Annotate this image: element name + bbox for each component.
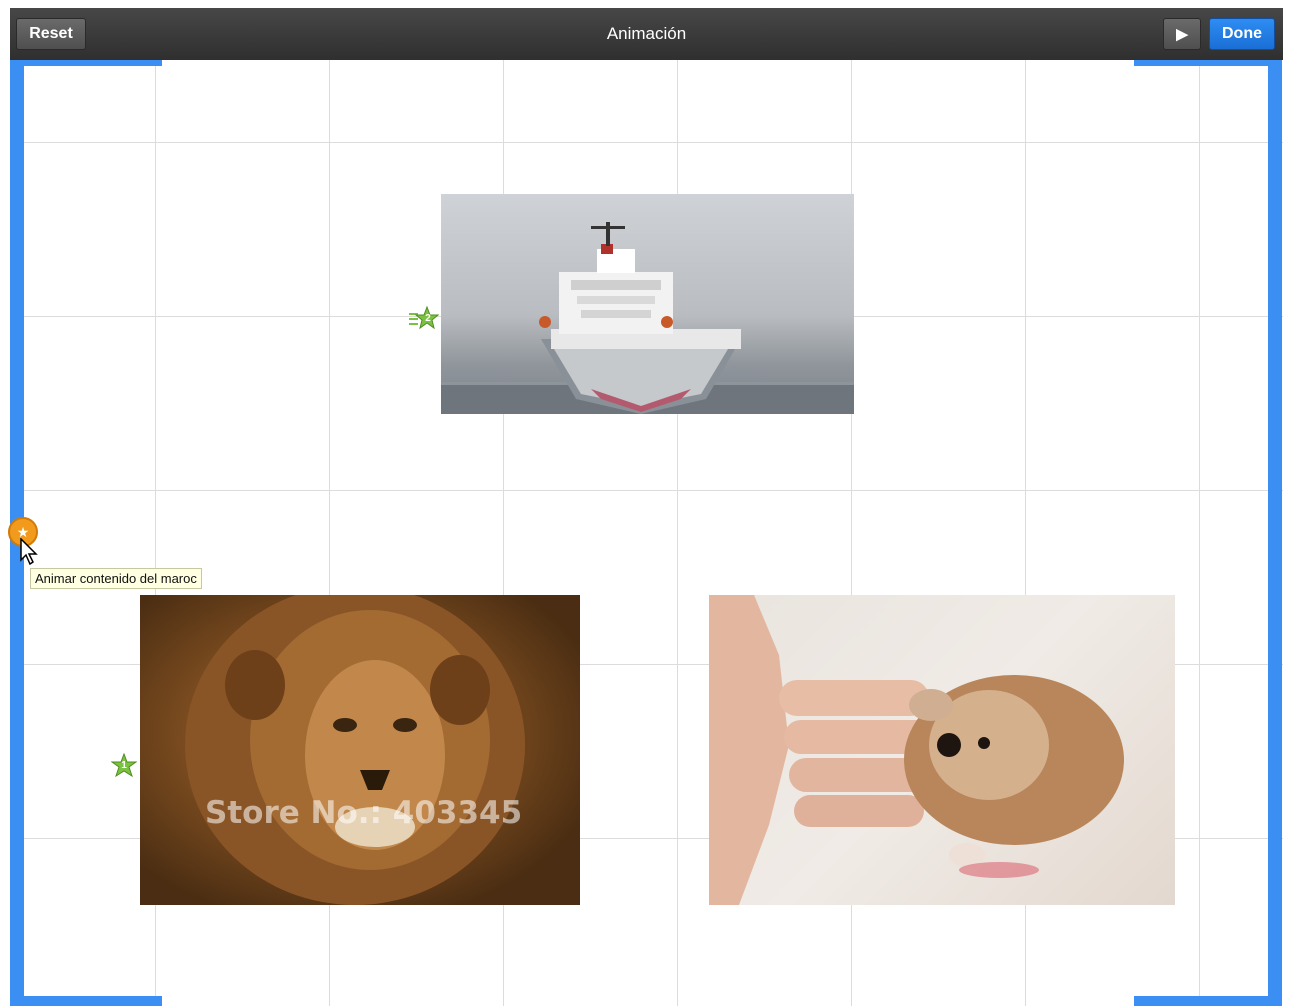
- kitten-image[interactable]: [709, 595, 1175, 905]
- lion-image[interactable]: Store No.: 403345: [140, 595, 580, 905]
- tooltip: Animar contenido del maroc: [30, 568, 202, 589]
- ship-badge-number: 2: [425, 313, 431, 324]
- play-button[interactable]: ▶: [1163, 18, 1201, 50]
- ship-illustration: [441, 222, 854, 414]
- done-button[interactable]: Done: [1209, 18, 1275, 50]
- toolbar: Reset Animación ▶ Done: [10, 8, 1283, 60]
- frame-border-right: [1268, 60, 1282, 1006]
- image-watermark-text: Store No.: 403345: [205, 795, 523, 831]
- kitten-illustration: [709, 595, 1124, 905]
- frame-corner-bottom-left: [10, 996, 162, 1006]
- animation-editor-window: Reset Animación ▶ Done Store No.: 403345…: [8, 8, 1283, 1006]
- page-title: Animación: [606, 24, 687, 43]
- ship-image[interactable]: [441, 194, 854, 414]
- frame-corner-top-left: [10, 60, 162, 66]
- frame-corner-top-right: [1134, 60, 1282, 66]
- frame-corner-bottom-right: [1134, 996, 1282, 1006]
- lion-badge-number: 1: [121, 760, 127, 771]
- mouse-pointer-icon: [20, 537, 40, 571]
- play-icon: ▶: [1176, 26, 1188, 43]
- lion-illustration: [185, 595, 525, 905]
